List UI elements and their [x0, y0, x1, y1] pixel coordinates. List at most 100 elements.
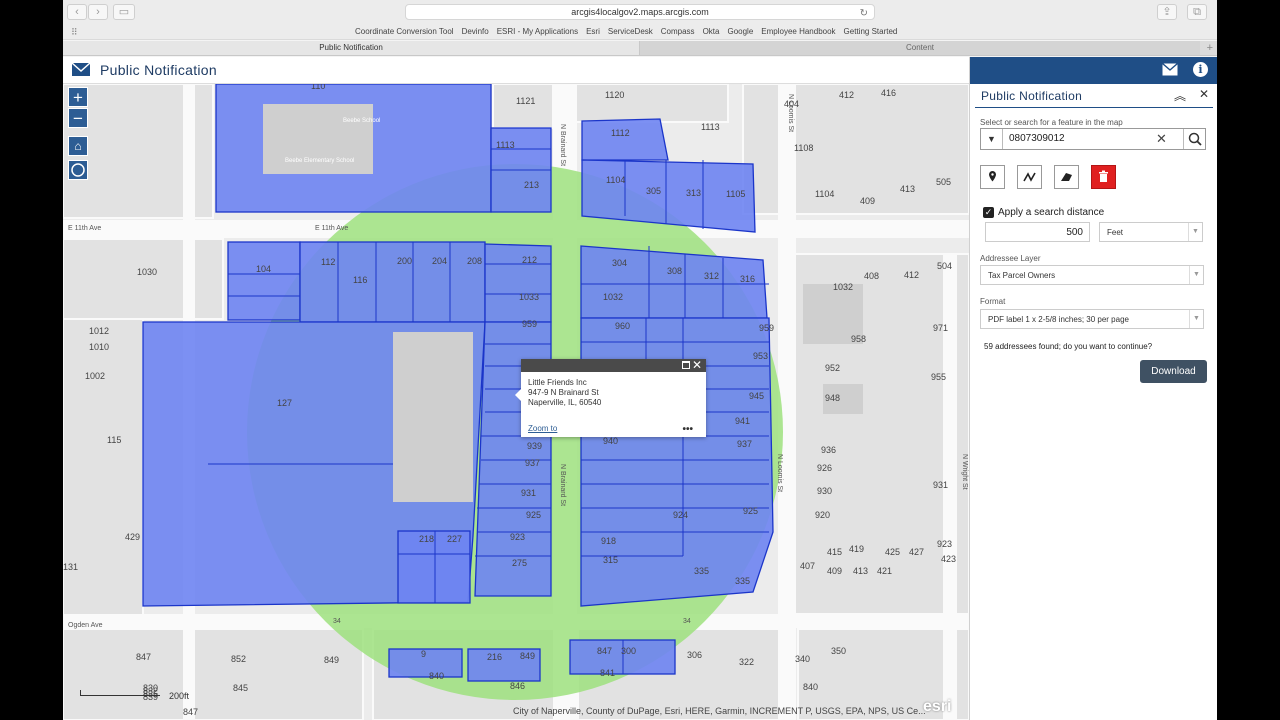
parcel-number-label: 923	[510, 532, 525, 542]
parcel-number-label: 316	[740, 274, 755, 284]
bookmark-item[interactable]: ServiceDesk	[608, 27, 653, 36]
tab-public-notification[interactable]: Public Notification	[63, 41, 640, 55]
app-title: Public Notification	[100, 62, 217, 78]
parcel-number-label: 504	[937, 261, 952, 271]
parcel-number-label: 305	[646, 186, 661, 196]
clear-icon[interactable]: ✕	[1156, 131, 1167, 147]
parcel-number-label: 960	[615, 321, 630, 331]
bookmark-item[interactable]: ESRI - My Applications	[497, 27, 578, 36]
app-header: Public Notification	[63, 57, 969, 84]
bookmark-item[interactable]: Compass	[661, 27, 695, 36]
parcel-number-label: 412	[904, 270, 919, 280]
top-sites-grid-icon[interactable]: ⠿	[71, 27, 78, 38]
parcel-number-label: 1032	[833, 282, 853, 292]
back-button[interactable]: ‹	[67, 4, 87, 20]
street-label: 34	[683, 618, 691, 625]
popup-header: ✕	[521, 358, 706, 372]
tabs-overview-icon[interactable]: ⧉	[1187, 4, 1207, 20]
parcel-number-label: 216	[487, 652, 502, 662]
zoom-in-button[interactable]: +	[68, 87, 88, 107]
chevron-down-icon: ▼	[1189, 310, 1203, 328]
feature-popup[interactable]: ✕ Little Friends Inc 947-9 N Brainard St…	[515, 358, 706, 437]
point-tool-button[interactable]	[980, 165, 1005, 189]
collapse-icon[interactable]: ︽	[1174, 87, 1186, 104]
new-tab-icon[interactable]: +	[1207, 41, 1213, 55]
share-icon[interactable]: ⇪	[1157, 4, 1177, 20]
parcel-number-label: 959	[522, 319, 537, 329]
parcel-number-label: 322	[739, 657, 754, 667]
bookmark-item[interactable]: Employee Handbook	[761, 27, 835, 36]
envelope-icon[interactable]	[1162, 63, 1178, 76]
format-value: PDF label 1 x 2-5/8 inches; 30 per page	[988, 315, 1129, 324]
parcel-number-label: 1108	[794, 143, 813, 153]
parcel-number-label: 429	[125, 532, 140, 542]
map-pin-icon	[989, 171, 996, 182]
apply-distance-checkbox[interactable]: ✓	[983, 207, 994, 218]
parcel-number-label: 845	[233, 683, 248, 693]
addressees-found-text: 59 addressees found; do you want to cont…	[984, 342, 1153, 351]
locate-button[interactable]	[68, 160, 88, 180]
sidebar-toggle-icon[interactable]: ▭	[113, 4, 135, 20]
parcel-number-label: 409	[860, 196, 875, 206]
polyline-tool-button[interactable]	[1017, 165, 1042, 189]
zoom-out-button[interactable]: −	[68, 108, 88, 128]
polygon-tool-button[interactable]	[1054, 165, 1079, 189]
tab-content[interactable]: Content	[640, 41, 1200, 55]
parcel-number-label: 847	[597, 646, 612, 656]
search-source-dropdown[interactable]: ▼	[981, 129, 1003, 149]
bookmark-item[interactable]: Esri	[586, 27, 600, 36]
parcel-number-label: 953	[753, 351, 768, 361]
distance-unit-select[interactable]: Feet ▼	[1099, 222, 1203, 242]
bookmark-item[interactable]: Okta	[703, 27, 720, 36]
parcel-number-label: 413	[853, 566, 868, 576]
delete-tool-button[interactable]	[1091, 165, 1116, 189]
parcel-number-label: 924	[673, 510, 688, 520]
parcel-number-label: 948	[825, 393, 840, 403]
download-button[interactable]: Download	[1140, 360, 1207, 383]
feature-search-field[interactable]: ▼ 0807309012 ✕	[980, 128, 1206, 150]
parcel-number-label: 409	[827, 566, 842, 576]
zoom-to-link[interactable]: Zoom to	[528, 424, 557, 433]
maximize-icon[interactable]	[682, 361, 690, 369]
search-button[interactable]	[1183, 129, 1205, 149]
bookmark-item[interactable]: Google	[727, 27, 753, 36]
parcel-number-label: 840	[803, 682, 818, 692]
scale-bar	[80, 690, 160, 696]
parcel-number-label: 227	[447, 534, 462, 544]
info-icon[interactable]: i	[1193, 62, 1208, 77]
addressee-layer-select[interactable]: Tax Parcel Owners ▼	[980, 265, 1204, 285]
forward-button[interactable]: ›	[88, 4, 108, 20]
distance-input[interactable]: 500	[985, 222, 1090, 242]
parcel-number-label: 959	[759, 323, 774, 333]
map-view[interactable]: E 11th Ave E 11th Ave N Brainard St N Brain…	[63, 84, 969, 720]
home-icon[interactable]: ⌂	[68, 136, 88, 156]
bookmarks-bar: ⠿ Coordinate Conversion Tool Devinfo ESRI …	[63, 24, 1217, 40]
popup-pointer	[515, 389, 521, 401]
parcel-number-label: 1121	[516, 96, 535, 106]
reload-icon[interactable]: ↻	[860, 6, 868, 21]
parcel-number-label: 1012	[89, 326, 109, 336]
url-bar[interactable]: arcgis4localgov2.maps.arcgis.com ↻	[405, 4, 875, 20]
tab-bar: Public Notification Content +	[63, 41, 1217, 56]
parcel-number-label: 1112	[611, 128, 630, 138]
parcel-number-label: 312	[704, 271, 719, 281]
parcel-number-label: 940	[603, 436, 618, 446]
title-divider	[975, 107, 1213, 108]
parcel-number-label: 1033	[519, 292, 539, 302]
bookmark-item[interactable]: Coordinate Conversion Tool	[355, 27, 454, 36]
parcel-number-label: 937	[737, 439, 752, 449]
parcel-number-label: 505	[936, 177, 951, 187]
close-icon[interactable]: ✕	[692, 358, 702, 372]
more-options-icon[interactable]: •••	[682, 424, 693, 435]
parcel-number-label: 971	[933, 323, 948, 333]
parcel-number-label: 1120	[605, 90, 624, 100]
bookmark-item[interactable]: Devinfo	[462, 27, 489, 36]
panel-title: Public Notification	[981, 89, 1083, 103]
bookmark-item[interactable]: Getting Started	[844, 27, 898, 36]
parcel-number-label: 931	[521, 488, 536, 498]
search-value[interactable]: 0807309012	[1009, 133, 1065, 144]
parcel-number-label: 335	[694, 566, 709, 576]
close-icon[interactable]: ✕	[1199, 87, 1209, 101]
map-canvas[interactable]: E 11th Ave E 11th Ave N Brainard St N Brain…	[63, 84, 969, 720]
format-select[interactable]: PDF label 1 x 2-5/8 inches; 30 per page …	[980, 309, 1204, 329]
